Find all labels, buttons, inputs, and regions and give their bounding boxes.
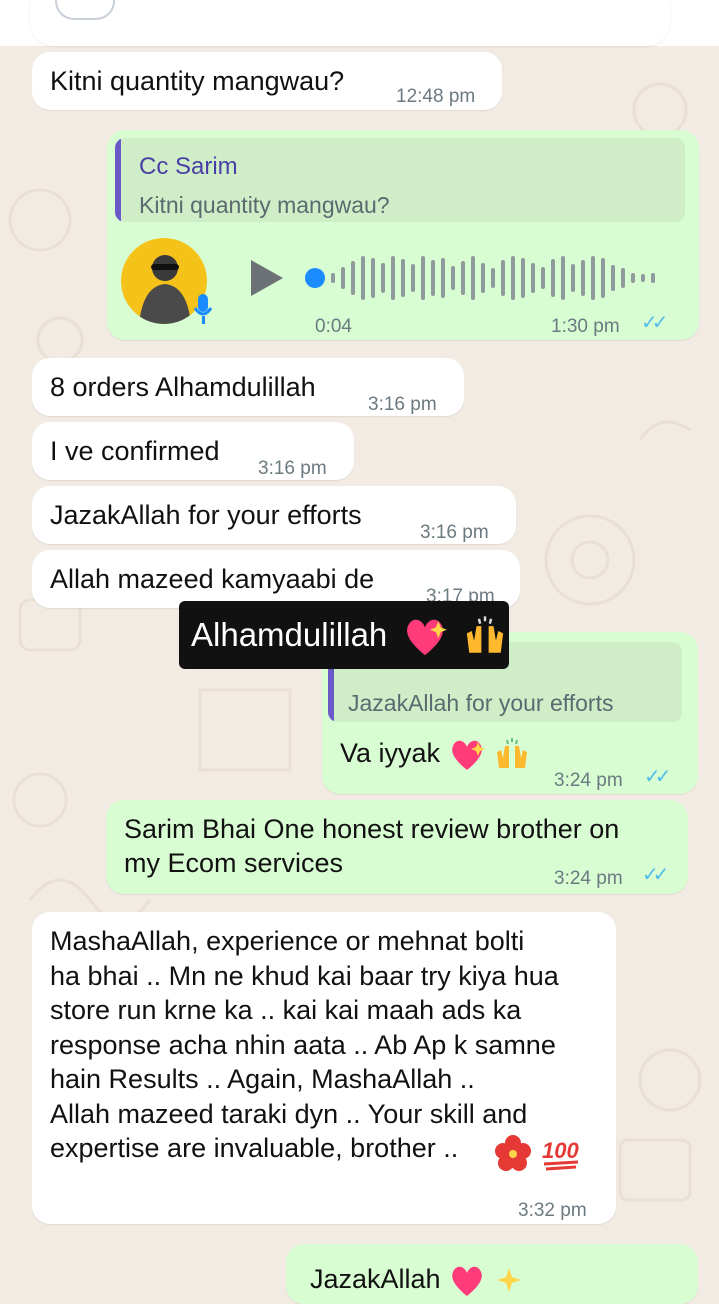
waveform-bar (591, 256, 595, 300)
waveform-bar (351, 261, 355, 295)
play-icon[interactable] (247, 258, 287, 298)
waveform-bar (631, 273, 635, 283)
message-outgoing[interactable]: JazakAllah (286, 1244, 698, 1304)
message-text-line: expertise are invaluable, brother .. (50, 1133, 459, 1163)
sparkling-heart-icon (452, 1266, 482, 1296)
read-receipt-icon: ✓✓ (641, 312, 668, 334)
caption-text: Alhamdulillah (191, 616, 388, 653)
waveform-bar (411, 264, 415, 292)
message-text: JazakAllah for your efforts (50, 500, 362, 530)
waveform-bar (441, 258, 445, 298)
message-text-line: my Ecom services (124, 848, 344, 878)
waveform-bar (341, 267, 345, 289)
waveform-bar (461, 261, 465, 295)
read-receipt-icon: ✓✓ (642, 864, 669, 886)
waveform-bar (371, 258, 375, 298)
message-text-content: JazakAllah (310, 1264, 441, 1294)
message-incoming[interactable]: JazakAllah for your efforts 3:16 pm (32, 486, 516, 544)
voice-message[interactable]: Cc Sarim Kitni quantity mangwau? 0:04 1:… (107, 130, 699, 340)
reply-quote[interactable]: Cc Sarim Kitni quantity mangwau? (115, 138, 685, 222)
message-time: 3:16 pm (258, 458, 327, 479)
waveform-bar (621, 268, 625, 288)
message-time: 3:16 pm (368, 394, 437, 415)
waveform-bar (581, 260, 585, 296)
message-text-line: Allah mazeed taraki dyn .. Your skill an… (50, 1098, 528, 1129)
message-text-line: store run krne ka .. kai kai maah ads ka (50, 995, 522, 1025)
mic-icon (193, 294, 213, 324)
waveform-bar (381, 263, 385, 293)
message-time: 3:32 pm (518, 1200, 587, 1221)
waveform-bar (651, 273, 655, 283)
contact-avatar-edge[interactable] (55, 0, 115, 20)
message-text-line: Sarim Bhai One honest review brother on (124, 814, 620, 844)
waveform-bar (511, 256, 515, 300)
waveform-bar (531, 263, 535, 293)
message-text-line: ha bhai .. Mn ne khud kai baar try kiya … (50, 960, 559, 991)
waveform-bar (331, 273, 335, 283)
message-text-line: response acha nhin aata .. Ab Ap k samne (50, 1029, 556, 1060)
sparkling-heart-icon (451, 740, 485, 770)
message-emoji-row: 100 (494, 1134, 582, 1172)
waveform-bar (551, 259, 555, 297)
waveform-bar (571, 264, 575, 292)
waveform-bar (431, 260, 435, 296)
raising-hands-icon (497, 737, 528, 768)
message-text: 8 orders Alhamdulillah (50, 372, 316, 402)
message-incoming[interactable]: 8 orders Alhamdulillah 3:16 pm (32, 358, 464, 416)
sparkling-heart-icon (407, 620, 448, 656)
message-text-content: Va iyyak (340, 738, 441, 768)
waveform-bar (611, 265, 615, 291)
message-text-line: hain Results .. Again, MashaAllah .. (50, 1064, 475, 1094)
message-time: 3:16 pm (420, 522, 489, 543)
message-text: Kitni quantity mangwau? (50, 66, 345, 96)
story-caption: Alhamdulillah (179, 601, 509, 669)
quote-text: Kitni quantity mangwau? (139, 192, 390, 218)
voice-waveform[interactable] (331, 250, 671, 306)
message-incoming[interactable]: Allah mazeed kamyaabi de 3:17 pm (32, 550, 520, 608)
hundred-points-icon: 100 (542, 1138, 579, 1171)
waveform-bar (471, 256, 475, 300)
message-text: Allah mazeed kamyaabi de (50, 564, 375, 594)
waveform-bar (601, 258, 605, 298)
message-text: Va iyyak (340, 736, 531, 772)
waveform-bar (501, 260, 505, 296)
waveform-bar (561, 256, 565, 300)
header-bar (30, 0, 670, 46)
waveform-bar (521, 258, 525, 298)
message-incoming[interactable]: Kitni quantity mangwau? 12:48 pm (32, 52, 502, 110)
message-time: 1:30 pm (551, 316, 620, 337)
waveform-bar (361, 256, 365, 300)
voice-duration: 0:04 (315, 316, 352, 337)
chat-header-edge (0, 0, 719, 46)
waveform-bar (641, 274, 645, 282)
sparkles-icon (496, 1267, 521, 1292)
waveform-bar (391, 256, 395, 300)
message-incoming[interactable]: I ve confirmed 3:16 pm (32, 422, 354, 480)
read-receipt-icon: ✓✓ (644, 766, 671, 788)
waveform-bar (491, 268, 495, 288)
waveform-bar (481, 263, 485, 293)
message-outgoing[interactable]: Sarim Bhai One honest review brother on … (106, 800, 688, 894)
waveform-bar (421, 256, 425, 300)
message-text: I ve confirmed (50, 436, 220, 466)
message-time: 3:24 pm (554, 868, 623, 889)
hibiscus-icon (495, 1135, 531, 1171)
waveform-bar (451, 266, 455, 290)
waveform-bar (541, 267, 545, 289)
quote-bar (115, 138, 121, 222)
message-incoming[interactable]: MashaAllah, experience or mehnat bolti ha… (32, 912, 616, 1224)
message-text-line: MashaAllah, experience or mehnat bolti (50, 926, 525, 956)
message-time: 3:24 pm (554, 770, 623, 791)
quote-author: Cc Sarim (139, 153, 238, 180)
quote-text: JazakAllah for your efforts (348, 690, 614, 716)
waveform-bar (401, 259, 405, 297)
svg-text:100: 100 (542, 1138, 579, 1163)
raising-hands-icon (466, 616, 503, 654)
voice-progress-dot[interactable] (305, 268, 325, 288)
message-time: 12:48 pm (396, 86, 476, 107)
